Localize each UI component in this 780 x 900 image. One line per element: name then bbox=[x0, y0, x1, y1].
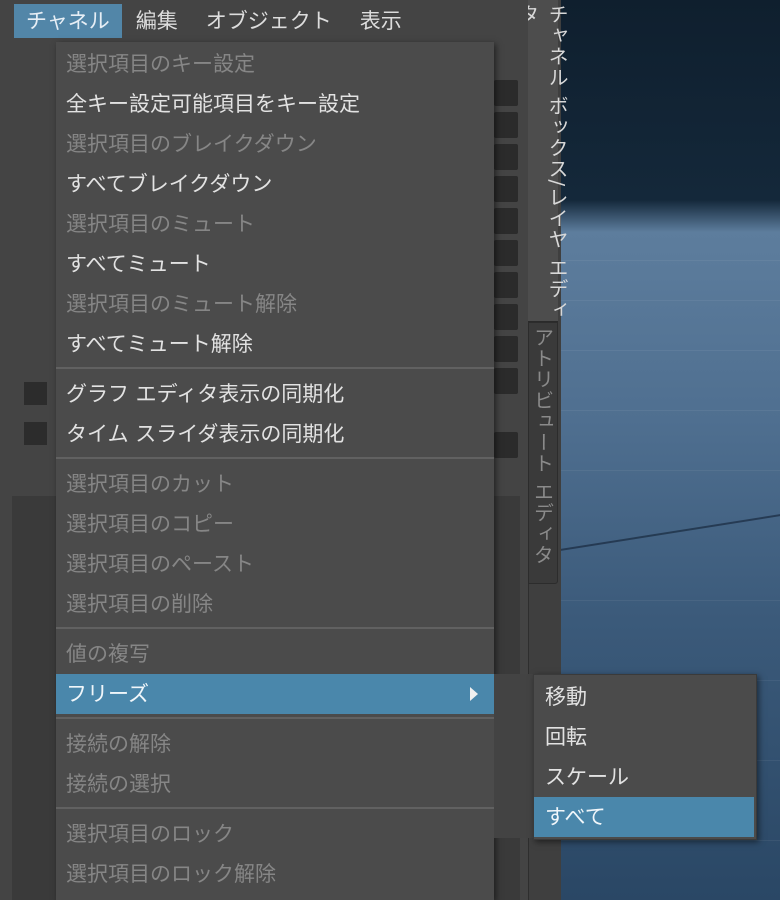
channel-value-cell[interactable] bbox=[494, 368, 518, 394]
submenu-item-rotate[interactable]: 回転 bbox=[534, 717, 754, 757]
menu-item-breakdown-selected: 選択項目のブレイクダウン bbox=[66, 132, 317, 156]
menu-item-delete-selected: 選択項目の削除 bbox=[66, 592, 213, 616]
sync-time-slider-checkbox[interactable] bbox=[24, 422, 47, 445]
submenu-item-scale[interactable]: スケール bbox=[534, 757, 754, 797]
menu-item-key-selected: 選択項目のキー設定 bbox=[66, 52, 255, 76]
viewport-streak bbox=[560, 509, 780, 553]
menu-item-copy-selected: 選択項目のコピー bbox=[66, 512, 234, 536]
menu-item-sync-graph-editor[interactable]: グラフ エディタ表示の同期化 bbox=[56, 374, 494, 414]
tab-label: アトリビュート エディタ bbox=[530, 327, 555, 566]
menu-item-unmute-selected: 選択項目のミュート解除 bbox=[66, 292, 297, 316]
menu-separator bbox=[56, 807, 494, 809]
menu-item-break-connections: 接続の解除 bbox=[66, 732, 171, 756]
menu-item-select-connection: 接続の選択 bbox=[66, 772, 171, 796]
menu-item-unlock-selected: 選択項目のロック解除 bbox=[66, 862, 276, 886]
menu-object[interactable]: オブジェクト bbox=[192, 4, 346, 38]
submenu-connector bbox=[494, 674, 534, 838]
channels-dropdown-menu: 選択項目のキー設定 全キー設定可能項目をキー設定 選択項目のブレイクダウン すべ… bbox=[56, 42, 494, 900]
channel-value-cell[interactable] bbox=[494, 336, 518, 362]
menu-item-paste-selected: 選択項目のペースト bbox=[66, 552, 254, 576]
freeze-submenu: 移動 回転 スケール すべて bbox=[533, 674, 757, 840]
menu-item-cut-selected: 選択項目のカット bbox=[66, 472, 234, 496]
submenu-arrow-icon bbox=[470, 687, 478, 701]
menu-separator bbox=[56, 457, 494, 459]
menu-item-lock-selected: 選択項目のロック bbox=[66, 822, 234, 846]
submenu-item-all[interactable]: すべて bbox=[534, 797, 754, 837]
menu-separator bbox=[56, 627, 494, 629]
tab-attribute-editor[interactable]: アトリビュート エディタ bbox=[528, 322, 558, 584]
menu-item-duplicate-values: 値の複写 bbox=[66, 642, 150, 666]
tab-channel-box-layer-editor[interactable]: チャネル ボックス/レイヤ エディタ bbox=[516, 0, 569, 322]
menubar: チャネル 編集 オブジェクト 表示 bbox=[0, 0, 528, 42]
tab-label: チャネル ボックス/レイヤ エディタ bbox=[516, 4, 569, 321]
menu-item-unmute-all[interactable]: すべてミュート解除 bbox=[56, 324, 494, 364]
menu-item-freeze-label: フリーズ bbox=[66, 682, 149, 706]
menu-item-mute-selected: 選択項目のミュート bbox=[66, 212, 255, 236]
menu-separator bbox=[56, 367, 494, 369]
menu-item-mute-all[interactable]: すべてミュート bbox=[56, 244, 494, 284]
submenu-item-translate[interactable]: 移動 bbox=[534, 677, 754, 717]
sync-graph-editor-checkbox[interactable] bbox=[24, 382, 47, 405]
menu-item-sync-time-slider[interactable]: タイム スライダ表示の同期化 bbox=[56, 414, 494, 454]
menu-separator bbox=[56, 717, 494, 719]
menu-item-breakdown-all[interactable]: すべてブレイクダウン bbox=[56, 164, 494, 204]
channel-value-cell[interactable] bbox=[494, 432, 518, 458]
menu-item-freeze[interactable]: フリーズ bbox=[56, 674, 494, 714]
menu-edit[interactable]: 編集 bbox=[122, 4, 192, 38]
menu-channels[interactable]: チャネル bbox=[14, 4, 122, 38]
menu-item-key-all-keyable[interactable]: 全キー設定可能項目をキー設定 bbox=[56, 84, 494, 124]
menu-show[interactable]: 表示 bbox=[346, 4, 416, 38]
